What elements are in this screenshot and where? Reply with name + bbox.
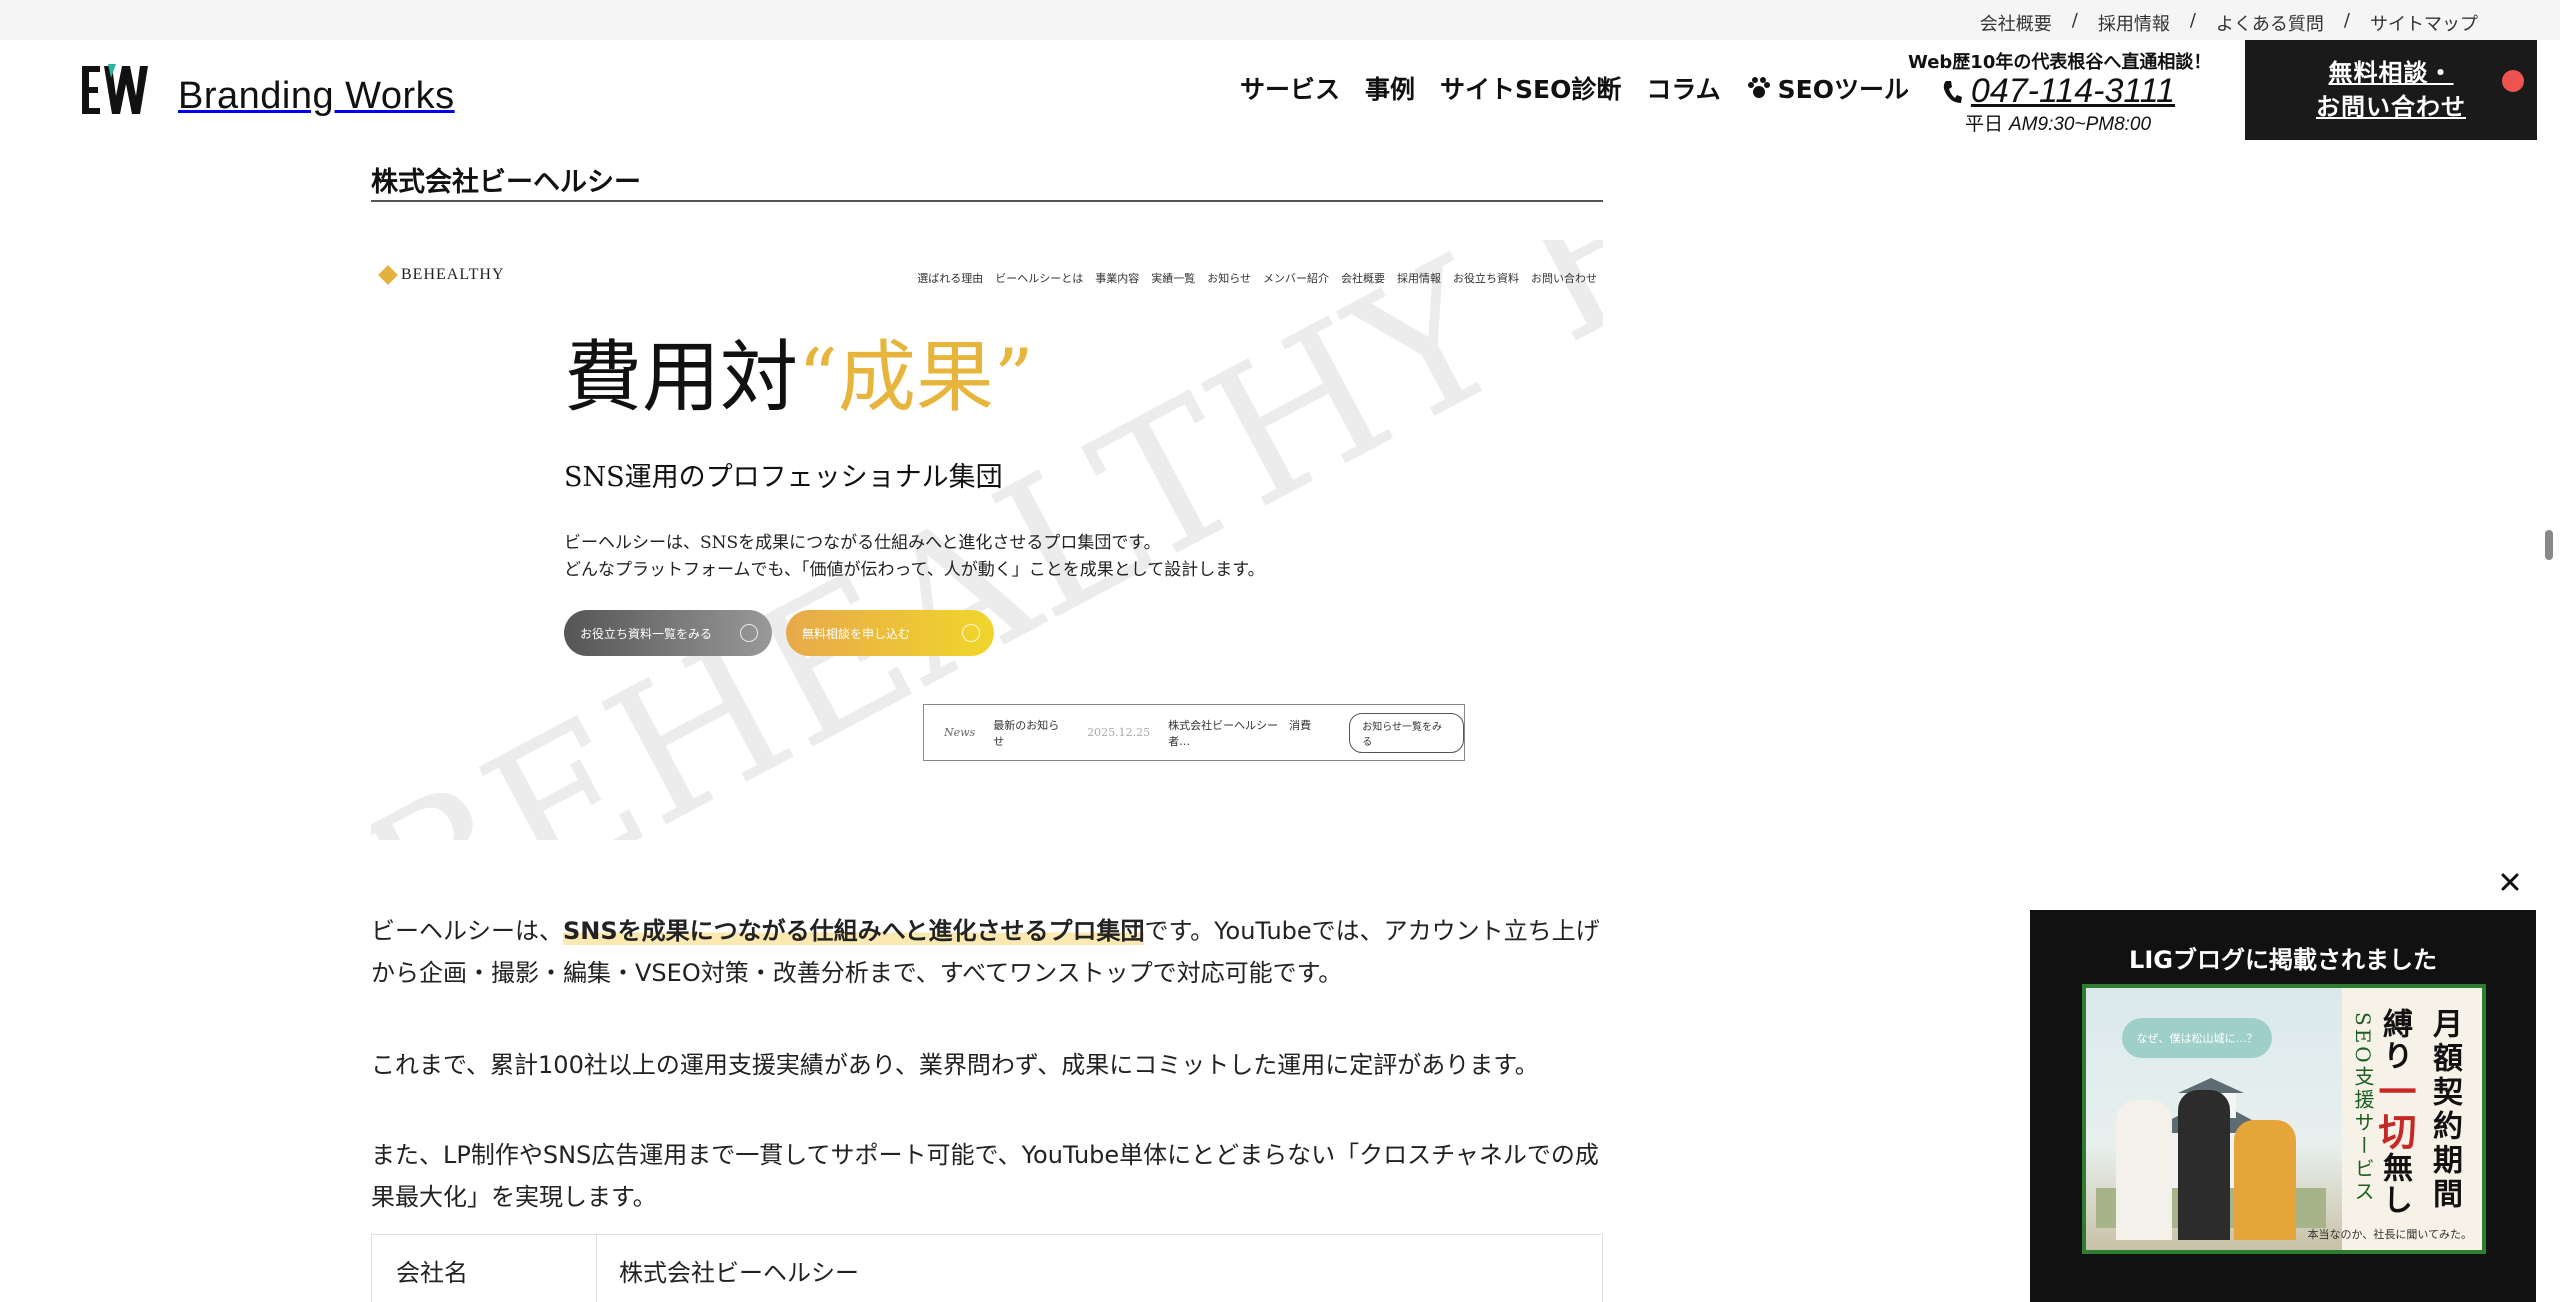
utility-link-faq[interactable]: よくある質問 (2196, 10, 2344, 36)
arrow-right-icon (962, 624, 980, 642)
behealthy-hero-subtitle: SNS運用のプロフェッショナル集団 (564, 462, 1003, 493)
popup-seo-service-text: SEO支援サービス (2351, 1012, 2375, 1204)
behealthy-resources-button: お役立ち資料一覧をみる (564, 610, 772, 656)
phone-number: 047-114-3111 (1970, 72, 2176, 110)
site-logo[interactable]: Branding Works (78, 62, 455, 118)
behealthy-nav: 選ばれる理由 ビーヘルシーとは 事業内容 実績一覧 お知らせ メンバー紹介 会社… (917, 270, 1597, 286)
behealthy-nav-item: 選ばれる理由 (917, 273, 984, 285)
close-icon[interactable] (2496, 868, 2524, 896)
mascot-illustration (2234, 1120, 2296, 1240)
hero-title-main: 費用対 (564, 333, 799, 423)
utility-link-company[interactable]: 会社概要 (1960, 10, 2072, 36)
behealthy-nav-item: ビーヘルシーとは (995, 273, 1084, 285)
page-scrollbar[interactable] (2545, 530, 2553, 560)
popup-footer-caption: 本当なのか、社長に聞いてみた。 (2307, 1228, 2472, 1241)
behealthy-nav-item: お知らせ (1207, 273, 1251, 285)
cta-line-1: 無料相談・ (2328, 59, 2454, 87)
lig-blog-popup: LIGブログに掲載されました なぜ、僕は松山城に…？ 月額契約期間 縛り一切無し… (2030, 910, 2536, 1302)
table-header-company-name: 会社名 (372, 1235, 597, 1302)
paragraph-intro: ビーヘルシーは、SNSを成果につながる仕組みへと進化させるプロ集団です。YouT… (371, 910, 1603, 994)
utility-bar: 会社概要 / 採用情報 / よくある質問 / サイトマップ (0, 0, 2560, 40)
person-illustration (2116, 1100, 2172, 1240)
utility-link-sitemap[interactable]: サイトマップ (2350, 10, 2498, 36)
behealthy-consultation-button: 無料相談を申し込む (786, 610, 994, 656)
popup-speech-bubble: なぜ、僕は松山城に…？ (2122, 1018, 2272, 1058)
nav-seo-tool[interactable]: SEOツール (1746, 70, 1909, 106)
free-consultation-button[interactable]: 無料相談・ お問い合わせ (2245, 40, 2537, 140)
hero-desc-line: どんなプラットフォームでも、「価値が伝わって、人が動く」ことを成果として設計しま… (564, 560, 1265, 580)
paragraph-track-record: これまで、累計100社以上の運用支援実績があり、業界問わず、成果にコミットした運… (371, 1051, 1539, 1079)
nav-seo-tool-label: SEOツール (1777, 75, 1909, 104)
behealthy-news-box: News 最新のお知らせ 2025.12.25 株式会社ビーヘルシー 消費者… … (923, 704, 1465, 761)
contact-phone-block: Web歴10年の代表根谷へ直通相談！ 047-114-3111 平日 AM9:3… (1908, 48, 2212, 136)
cta-line-2: お問い合わせ (2316, 93, 2466, 121)
news-date: 2025.12.25 (1087, 726, 1151, 739)
phone-hours-time: AM9:30~PM8:00 (2009, 114, 2152, 135)
paw-icon (1747, 77, 1770, 98)
behealthy-logo: BEHEALTHY (378, 265, 505, 285)
behealthy-nav-item: お役立ち資料 (1453, 273, 1519, 285)
phone-hours: 平日 AM9:30~PM8:00 (1908, 109, 2208, 136)
section-title: 株式会社ビーヘルシー (371, 160, 1603, 202)
main-nav: サービス 事例 サイトSEO診断 コラム SEOツール (1240, 70, 1909, 106)
behealthy-nav-item: メンバー紹介 (1263, 273, 1329, 285)
diamond-icon (378, 265, 398, 285)
site-header: Branding Works サービス 事例 サイトSEO診断 コラム SEOツ… (0, 40, 2560, 140)
phone-number-link[interactable]: 047-114-3111 (1908, 72, 2208, 111)
company-info-table: 会社名 株式会社ビーヘルシー (371, 1234, 1603, 1302)
phone-hours-prefix: 平日 (1964, 113, 2003, 135)
popup-banner-text-panel: 月額契約期間 縛り一切無し SEO支援サービス (2342, 988, 2482, 1250)
hero-desc-line: ビーヘルシーは、SNSを成果につながる仕組みへと進化させるプロ集団です。 (564, 533, 1161, 553)
arrow-right-icon (740, 624, 758, 642)
popup-title: LIGブログに掲載されました (2129, 946, 2437, 974)
behealthy-hero-title: 費用対“成果” (564, 315, 1034, 427)
bw-logo-mark-icon (82, 64, 148, 114)
behealthy-hero-description: ビーヘルシーは、SNSを成果につながる仕組みへと進化させるプロ集団です。 どんな… (564, 530, 1265, 584)
phone-lead-text: Web歴10年の代表根谷へ直通相談！ (1908, 52, 2212, 73)
paragraph-cross-channel: また、LP制作やSNS広告運用まで一貫してサポート可能で、YouTube単体にと… (371, 1141, 1599, 1211)
news-text: 株式会社ビーヘルシー 消費者… (1168, 718, 1312, 748)
behealthy-nav-item: お問い合わせ (1531, 273, 1597, 285)
vert-post: 無し (2377, 1152, 2412, 1216)
phone-icon (1943, 80, 1962, 103)
news-label: News (944, 726, 976, 739)
behealthy-nav-item: 会社概要 (1341, 273, 1385, 285)
brand-name: Branding Works (178, 75, 455, 117)
nav-column[interactable]: コラム (1646, 70, 1720, 106)
behealthy-nav-item: 事業内容 (1095, 273, 1140, 285)
popup-monthly-contract-text: 月額契約期間 (2427, 1008, 2462, 1212)
vert-pre: 縛り (2377, 1008, 2412, 1072)
utility-link-recruit[interactable]: 採用情報 (2078, 10, 2190, 36)
popup-banner-inner: なぜ、僕は松山城に…？ 月額契約期間 縛り一切無し SEO支援サービス 本当なの… (2086, 988, 2482, 1250)
table-value-company-name: 株式会社ビーヘルシー (619, 1259, 859, 1287)
hero-btn-label: お役立ち資料一覧をみる (580, 626, 713, 641)
popup-banner-image[interactable]: なぜ、僕は松山城に…？ 月額契約期間 縛り一切無し SEO支援サービス 本当なの… (2082, 984, 2486, 1254)
nav-services[interactable]: サービス (1240, 70, 1340, 106)
behealthy-nav-item: 採用情報 (1397, 273, 1441, 285)
nav-site-seo-diagnosis[interactable]: サイトSEO診断 (1440, 70, 1621, 106)
notification-dot (2502, 70, 2524, 92)
person-illustration (2178, 1090, 2230, 1240)
hero-btn-label: 無料相談を申し込む (802, 626, 911, 641)
utility-links: 会社概要 / 採用情報 / よくある質問 / サイトマップ (1960, 10, 2498, 36)
behealthy-logo-text: BEHEALTHY (401, 266, 505, 283)
news-latest: 最新のお知らせ (993, 718, 1060, 748)
news-more-button: お知らせ一覧をみる (1349, 712, 1464, 753)
hero-title-accent: “成果” (798, 333, 1034, 423)
p1-highlight: SNSを成果につながる仕組みへと進化させるプロ集団 (563, 917, 1145, 945)
behealthy-nav-item: 実績一覧 (1151, 273, 1196, 285)
nav-cases[interactable]: 事例 (1365, 70, 1415, 106)
p1-before: ビーヘルシーは、 (371, 917, 563, 945)
vert-big: 一切 (2372, 1072, 2416, 1152)
company-website-screenshot: BEHEALTHY B BEHEALTHY 選ばれる理由 ビーヘルシーとは 事業… (371, 240, 1603, 840)
